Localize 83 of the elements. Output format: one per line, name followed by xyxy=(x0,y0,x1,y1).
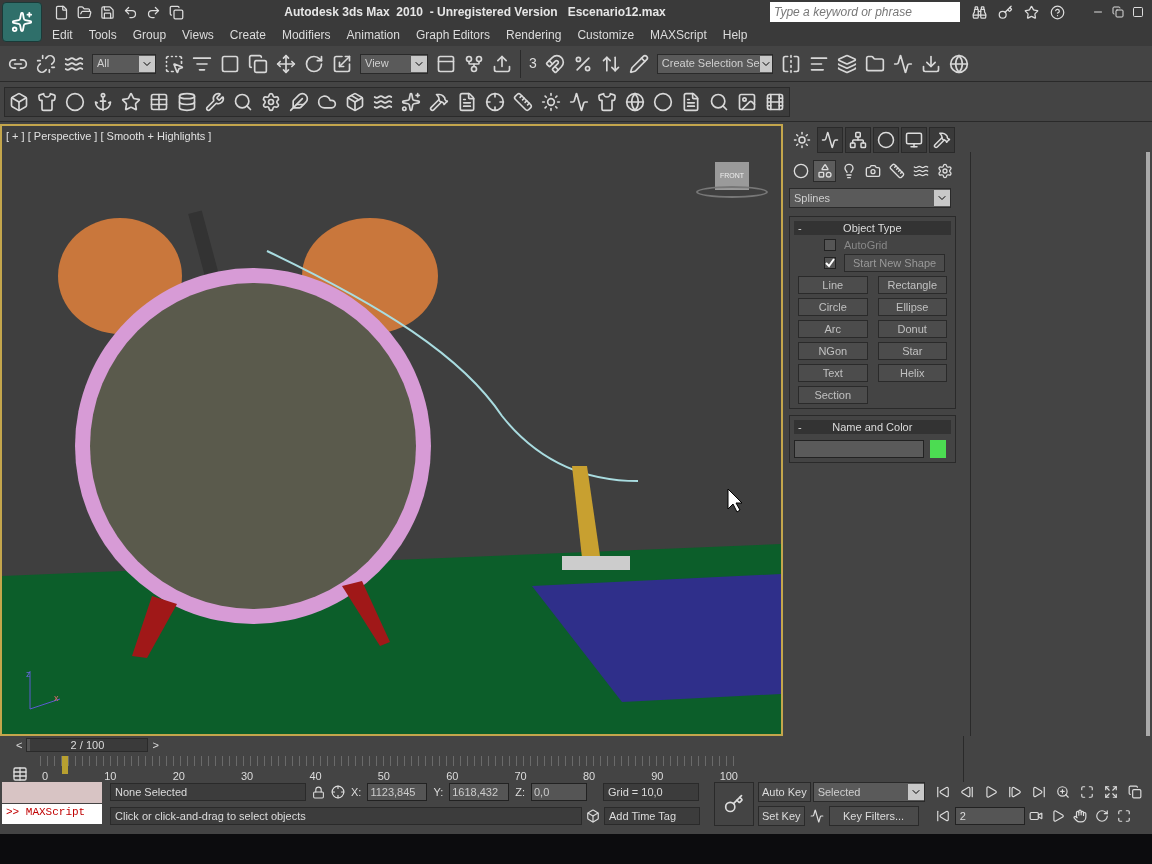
timeline-track[interactable]: 0 10 20 30 40 50 60 70 80 90 100 xyxy=(40,756,740,782)
frame-number: 30 xyxy=(241,770,254,782)
set-key-button[interactable]: Set Key xyxy=(758,806,805,826)
shape-button[interactable]: Ellipse xyxy=(877,298,947,316)
name-field[interactable] xyxy=(794,440,924,458)
named-selection-dropdown[interactable]: Create Selection Se xyxy=(656,53,773,74)
menu-item[interactable]: Graph Editors xyxy=(407,26,498,44)
shape-button[interactable]: Arc xyxy=(798,320,868,338)
color-swatch[interactable] xyxy=(930,440,946,458)
selection-filter-dropdown[interactable]: All xyxy=(92,53,156,74)
autogrid-label: AutoGrid xyxy=(844,238,888,253)
menu-item[interactable]: Tools xyxy=(80,26,125,44)
window-title: Autodesk 3ds Max 2010 - Unregistered Version Escenario12.max xyxy=(283,4,667,21)
menu-item[interactable]: Edit xyxy=(44,26,81,44)
add-time-tag-button[interactable]: Add Time Tag xyxy=(604,806,700,826)
hierarchy-icon[interactable] xyxy=(845,127,871,153)
auto-key-button[interactable]: Auto Key xyxy=(758,782,811,802)
frame-number: 90 xyxy=(651,770,664,782)
menu-item[interactable]: MAXScript xyxy=(642,26,715,44)
frame-number: 20 xyxy=(172,770,185,782)
app-logo-icon[interactable] xyxy=(2,2,42,42)
shape-button[interactable]: Helix xyxy=(877,364,947,382)
x-label: X: xyxy=(351,784,362,800)
display-icon[interactable] xyxy=(901,127,927,153)
frame-number: 40 xyxy=(309,770,322,782)
shape-button[interactable]: Text xyxy=(798,364,868,382)
lock-icon[interactable] xyxy=(312,785,325,799)
y-label: Y: xyxy=(433,784,444,800)
frame-number: 60 xyxy=(446,770,459,782)
y-coordinate-field[interactable]: 1618,432 xyxy=(449,782,510,802)
frame-number: 80 xyxy=(582,770,596,782)
menu-item[interactable]: Customize xyxy=(569,26,643,44)
axis-label: x xyxy=(54,692,59,705)
angle-snap-label[interactable]: 3 xyxy=(525,53,541,74)
shapes-icon[interactable] xyxy=(813,160,836,182)
shape-button[interactable]: Donut xyxy=(877,320,947,338)
shape-button[interactable]: Section xyxy=(798,386,868,404)
maxscript-listener-field[interactable] xyxy=(2,782,102,803)
previous-frame-button[interactable]: < xyxy=(12,736,27,754)
rollout-header[interactable]: - Name and Color xyxy=(794,420,951,434)
frame-number: 100 xyxy=(719,770,738,782)
z-coordinate-field[interactable]: 0,0 xyxy=(531,782,587,802)
coordinate-system-dropdown[interactable]: View xyxy=(360,53,428,74)
z-label: Z: xyxy=(515,784,525,800)
frame-number: 50 xyxy=(377,770,390,782)
restore-icon[interactable] xyxy=(1112,6,1124,18)
shape-button[interactable]: Line xyxy=(798,276,868,294)
menu-item[interactable]: Create xyxy=(221,26,274,44)
menu-item[interactable]: Rendering xyxy=(498,26,570,44)
scrollbar[interactable] xyxy=(1146,152,1150,736)
frame-number: 70 xyxy=(514,770,527,782)
axis-label: z xyxy=(26,668,31,681)
menu-item[interactable]: Animation xyxy=(338,26,408,44)
x-coordinate-field[interactable]: 1123,845 xyxy=(367,782,428,802)
shape-button[interactable]: Rectangle xyxy=(877,276,947,294)
search-field[interactable]: Type a keyword or phrase xyxy=(770,2,960,22)
autogrid-checkbox[interactable] xyxy=(824,239,836,252)
menu-item[interactable]: Help xyxy=(714,26,756,44)
shape-button[interactable]: Circle xyxy=(798,298,868,316)
key-mode-dropdown[interactable]: Selected xyxy=(812,782,925,802)
grid-size-label: Grid = 10,0 xyxy=(603,782,699,802)
key-filters-button[interactable]: Key Filters... xyxy=(828,806,919,826)
time-slider[interactable]: 2 / 100 xyxy=(26,738,149,752)
shape-button[interactable]: NGon xyxy=(798,342,868,360)
rollout-header[interactable]: - Object Type xyxy=(794,221,951,235)
set-key-icon[interactable] xyxy=(714,782,754,826)
start-new-shape-checkbox[interactable] xyxy=(824,256,836,269)
menu-item[interactable]: Group xyxy=(124,26,175,44)
current-frame-field[interactable]: 2 xyxy=(954,807,1025,825)
shape-button[interactable]: Star xyxy=(877,342,947,360)
hammer-icon[interactable] xyxy=(929,127,955,153)
frame-number: 10 xyxy=(104,770,117,782)
next-frame-button[interactable]: > xyxy=(148,736,163,754)
time-slider-thumb[interactable] xyxy=(61,756,68,774)
menu-item[interactable]: Modifiers xyxy=(273,26,339,44)
mouse-cursor-icon xyxy=(727,488,743,513)
category-dropdown[interactable]: Splines xyxy=(789,188,951,208)
viewport-label[interactable]: [ + ] [ Perspective ] [ Smooth + Highlights ] xyxy=(6,128,212,145)
menu-item[interactable]: Views xyxy=(174,26,222,44)
maxscript-prompt[interactable]: >> MAXScript xyxy=(2,804,102,824)
axis-tripod-icon xyxy=(29,670,61,710)
frame-number: 0 xyxy=(42,770,49,782)
selection-status: None Selected xyxy=(110,782,306,802)
